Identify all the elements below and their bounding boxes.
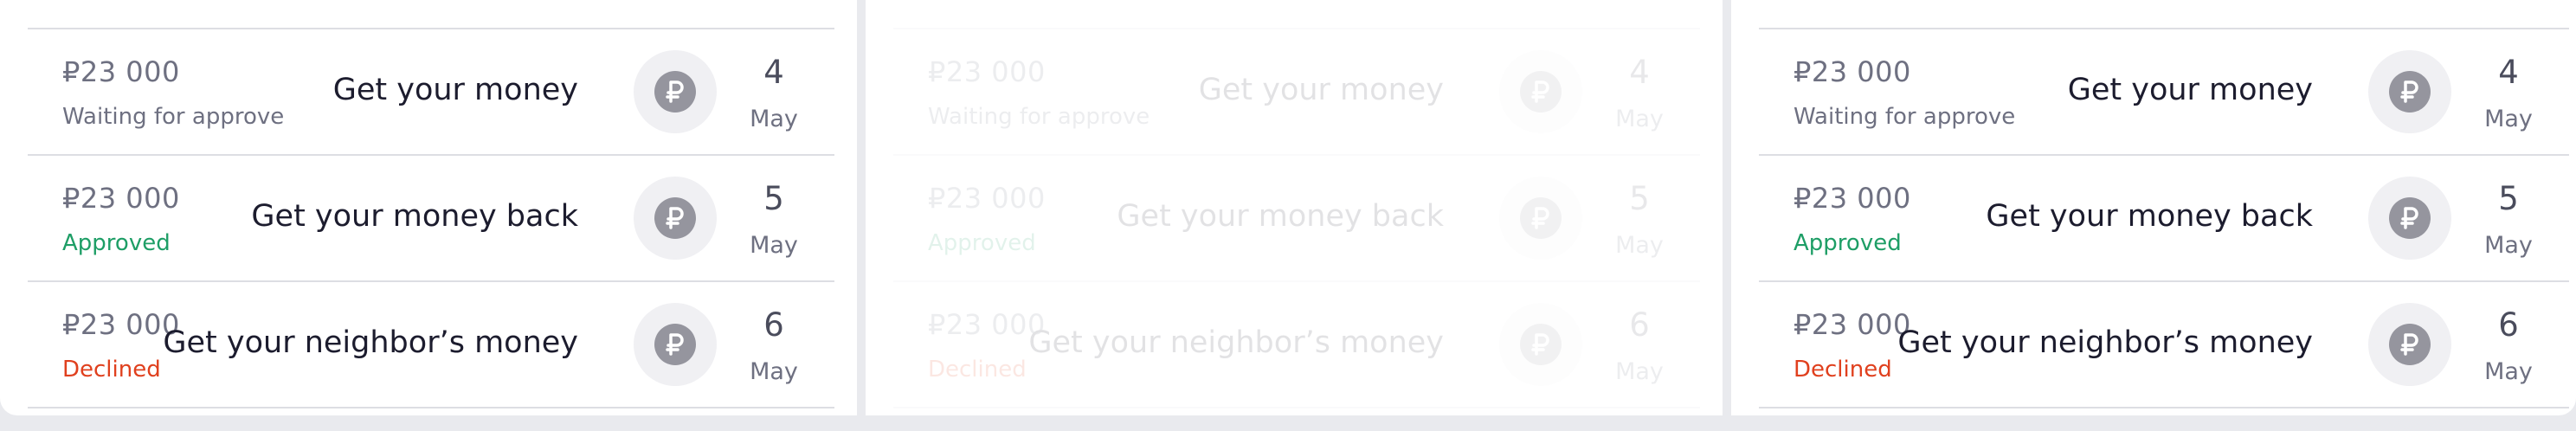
transaction-status: Approved xyxy=(928,230,1036,256)
transaction-status: Declined xyxy=(928,357,1027,383)
transaction-month: May xyxy=(2484,358,2533,385)
transaction-month: May xyxy=(750,358,798,385)
transaction-title: Get your money back xyxy=(1986,199,2313,234)
ruble-coin-icon xyxy=(1520,324,1562,365)
transaction-avatar xyxy=(634,177,717,260)
ruble-coin-icon xyxy=(2389,71,2431,113)
transaction-avatar xyxy=(2368,50,2451,133)
transaction-list: ₽23 000 Waiting for approve Get your mon… xyxy=(28,28,834,408)
transactions-panel-1: ₽23 000 Waiting for approve Get your mon… xyxy=(0,0,857,415)
ruble-coin-icon xyxy=(2389,197,2431,239)
transaction-month: May xyxy=(2484,106,2533,132)
transaction-title: Get your neighbor’s money xyxy=(1897,325,2313,360)
ruble-coin-icon xyxy=(2389,324,2431,365)
transaction-amount: ₽23 000 xyxy=(1794,55,1911,88)
transaction-row[interactable]: ₽23 000 Approved Get your money back 5 M… xyxy=(1759,156,2569,282)
transaction-row[interactable]: ₽23 000 Declined Get your neighbor’s mon… xyxy=(1759,282,2569,408)
transaction-list: ₽23 000 Waiting for approve Get your mon… xyxy=(893,28,1700,408)
transaction-amount: ₽23 000 xyxy=(928,55,1046,88)
transaction-status: Approved xyxy=(62,230,171,256)
ruble-coin-icon xyxy=(654,324,696,365)
transaction-status: Waiting for approve xyxy=(1794,104,2016,130)
transaction-status: Declined xyxy=(62,357,161,383)
transaction-amount: ₽23 000 xyxy=(62,55,180,88)
transaction-day: 4 xyxy=(2498,54,2519,91)
transaction-avatar xyxy=(634,303,717,386)
transaction-month: May xyxy=(750,232,798,259)
transaction-title: Get your money xyxy=(332,73,578,107)
transaction-title: Get your neighbor’s money xyxy=(1028,325,1444,360)
transaction-day: 5 xyxy=(763,180,784,217)
transaction-avatar xyxy=(634,50,717,133)
transaction-month: May xyxy=(1615,358,1664,385)
transaction-title: Get your money back xyxy=(1117,199,1444,234)
transaction-day: 6 xyxy=(763,306,784,344)
transaction-avatar xyxy=(1499,303,1582,386)
ruble-coin-icon xyxy=(1520,71,1562,113)
transaction-day: 6 xyxy=(1629,306,1650,344)
transaction-amount: ₽23 000 xyxy=(1794,182,1911,215)
transaction-avatar xyxy=(2368,177,2451,260)
transactions-panel-3: ₽23 000 Waiting for approve Get your mon… xyxy=(1731,0,2576,415)
transaction-row: ₽23 000 Approved Get your money back 5 M… xyxy=(893,156,1700,282)
transaction-row[interactable]: ₽23 000 Approved Get your money back 5 M… xyxy=(28,156,834,282)
transaction-row[interactable]: ₽23 000 Waiting for approve Get your mon… xyxy=(1759,29,2569,156)
transaction-row: ₽23 000 Declined Get your neighbor’s mon… xyxy=(893,282,1700,408)
transaction-status: Waiting for approve xyxy=(928,104,1150,130)
transaction-day: 6 xyxy=(2498,306,2519,344)
transaction-title: Get your money back xyxy=(251,199,578,234)
transaction-row: ₽23 000 Waiting for approve Get your mon… xyxy=(893,29,1700,156)
transaction-avatar xyxy=(2368,303,2451,386)
transaction-row[interactable]: ₽23 000 Waiting for approve Get your mon… xyxy=(28,29,834,156)
transaction-avatar xyxy=(1499,177,1582,260)
transaction-amount: ₽23 000 xyxy=(928,182,1046,215)
transaction-status: Waiting for approve xyxy=(62,104,285,130)
transaction-status: Declined xyxy=(1794,357,1892,383)
transactions-panel-2: ₽23 000 Waiting for approve Get your mon… xyxy=(866,0,1723,415)
transaction-day: 4 xyxy=(1629,54,1650,91)
transaction-row[interactable]: ₽23 000 Declined Get your neighbor’s mon… xyxy=(28,282,834,408)
transaction-month: May xyxy=(1615,106,1664,132)
transaction-month: May xyxy=(750,106,798,132)
transaction-title: Get your neighbor’s money xyxy=(163,325,578,360)
ruble-coin-icon xyxy=(1520,197,1562,239)
transaction-day: 5 xyxy=(1629,180,1650,217)
transaction-amount: ₽23 000 xyxy=(1794,308,1911,341)
transaction-list: ₽23 000 Waiting for approve Get your mon… xyxy=(1759,28,2569,408)
transaction-status: Approved xyxy=(1794,230,1902,256)
transaction-day: 4 xyxy=(763,54,784,91)
transaction-title: Get your money xyxy=(1198,73,1444,107)
transaction-title: Get your money xyxy=(2067,73,2313,107)
transaction-avatar xyxy=(1499,50,1582,133)
ruble-coin-icon xyxy=(654,71,696,113)
transaction-month: May xyxy=(2484,232,2533,259)
transaction-amount: ₽23 000 xyxy=(62,182,180,215)
transaction-month: May xyxy=(1615,232,1664,259)
ruble-coin-icon xyxy=(654,197,696,239)
transaction-day: 5 xyxy=(2498,180,2519,217)
